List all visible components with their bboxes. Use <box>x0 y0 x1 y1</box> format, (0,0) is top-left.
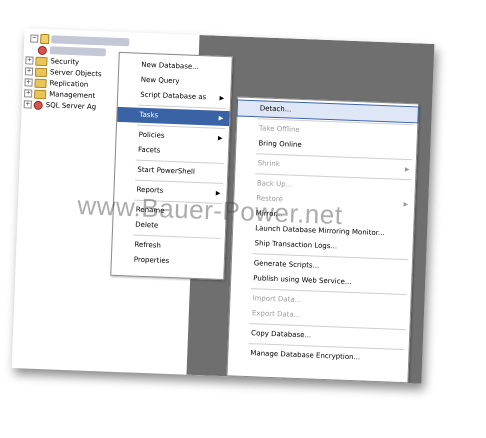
expand-icon[interactable]: − <box>30 34 39 43</box>
tasks-submenu: Detach... Take Offline Bring Online Shri… <box>226 96 420 384</box>
submenu-arrow-icon: ▶ <box>403 200 409 209</box>
expand-icon[interactable]: + <box>24 89 33 98</box>
menu-item-start-powershell[interactable]: Start PowerShell <box>115 162 227 181</box>
tree-item-sql-server-agent[interactable]: + SQL Server Ag <box>23 98 97 113</box>
folder-icon <box>35 56 48 66</box>
submenu-arrow-icon: ▶ <box>217 134 223 142</box>
submenu-arrow-icon: ▶ <box>218 114 224 122</box>
menu-item-script-database-as[interactable]: Script Database as ▶ <box>118 87 230 106</box>
tree-item-label: SQL Server Ag <box>45 101 97 112</box>
menu-item-properties[interactable]: Properties <box>112 252 224 271</box>
sql-agent-icon <box>33 100 43 110</box>
expand-icon[interactable]: + <box>24 67 34 76</box>
menu-item-tasks[interactable]: Tasks ▶ <box>117 106 230 127</box>
menu-item-facets[interactable]: Facets <box>116 142 228 161</box>
submenu-arrow-icon: ▶ <box>219 94 225 102</box>
expand-icon[interactable]: + <box>23 100 32 109</box>
database-context-menu: New Database... New Query Script Databas… <box>110 51 233 281</box>
folder-icon <box>34 78 47 88</box>
folder-icon <box>34 89 47 99</box>
submenu-arrow-icon: ▶ <box>404 165 410 174</box>
database-icon <box>40 33 50 45</box>
expand-icon[interactable]: + <box>25 56 34 65</box>
folder-icon <box>34 67 48 77</box>
expand-icon[interactable]: + <box>24 78 33 87</box>
database-node-icon <box>37 45 48 55</box>
